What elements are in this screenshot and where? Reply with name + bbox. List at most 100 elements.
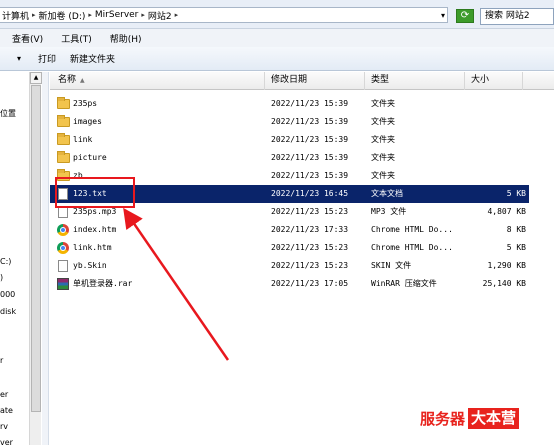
print-button[interactable]: 打印 bbox=[38, 52, 56, 65]
file-size: 1,290 KB bbox=[487, 261, 526, 270]
file-type: WinRAR 压缩文件 bbox=[371, 279, 437, 288]
folder-icon bbox=[57, 97, 70, 110]
file-row[interactable]: 单机登录器.rar 2022/11/23 17:05 WinRAR 压缩文件 25,1… bbox=[50, 275, 529, 293]
breadcrumb-drive-d[interactable]: 新加卷 (D:) bbox=[39, 9, 86, 22]
file-row[interactable]: picture 2022/11/23 15:39 文件夹 bbox=[50, 149, 529, 167]
nav-item[interactable]: 位置 bbox=[0, 108, 16, 119]
file-type: 文件夹 bbox=[371, 153, 395, 162]
file-type: 文本文档 bbox=[371, 189, 403, 198]
file-name: link.htm bbox=[73, 243, 112, 252]
address-bar: 计算机 ▸ 新加卷 (D:) ▸ MirServer ▸ 网站2 ▸ ▾ ⟳ 搜… bbox=[0, 0, 554, 29]
file-name: picture bbox=[73, 153, 107, 162]
file-size: 4,807 KB bbox=[487, 207, 526, 216]
file-type: Chrome HTML Do... bbox=[371, 243, 453, 252]
search-input[interactable]: 搜索 网站2 bbox=[480, 8, 554, 25]
file-date: 2022/11/23 15:39 bbox=[271, 153, 349, 162]
file-size: 5 KB bbox=[506, 189, 526, 198]
folder-icon bbox=[57, 115, 70, 128]
winrar-icon bbox=[57, 278, 69, 290]
file-type: SKIN 文件 bbox=[371, 261, 412, 270]
file-name: index.htm bbox=[73, 225, 117, 234]
annotation-highlight-box bbox=[55, 177, 135, 208]
nav-item[interactable]: ate bbox=[0, 406, 13, 415]
nav-item[interactable]: C:) bbox=[0, 257, 11, 266]
sort-ascending-icon: ▲ bbox=[80, 77, 85, 84]
navigation-pane: 位置 C:) ) 000 disk r er ate rv ver bbox=[0, 72, 29, 445]
nav-item[interactable]: 000 bbox=[0, 290, 15, 299]
column-name-label: 名称 bbox=[58, 75, 77, 85]
file-row[interactable]: yb.Skin 2022/11/23 15:23 SKIN 文件 1,290 KB bbox=[50, 257, 529, 275]
nav-item[interactable]: ver bbox=[0, 438, 13, 445]
organize-dropdown-icon[interactable]: ▾ bbox=[17, 54, 21, 63]
new-folder-button[interactable]: 新建文件夹 bbox=[70, 52, 115, 65]
nav-scrollbar[interactable]: ▲ bbox=[29, 72, 42, 445]
file-row[interactable]: images 2022/11/23 15:39 文件夹 bbox=[50, 113, 529, 131]
breadcrumb-mirserver[interactable]: MirServer bbox=[95, 10, 138, 20]
file-size: 8 KB bbox=[506, 225, 526, 234]
nav-item[interactable]: r bbox=[0, 356, 3, 365]
watermark: 服务器 大本营 bbox=[420, 408, 520, 429]
file-type: 文件夹 bbox=[371, 171, 395, 180]
file-name: yb.Skin bbox=[73, 261, 107, 270]
breadcrumb-site2[interactable]: 网站2 bbox=[148, 9, 172, 22]
menu-help[interactable]: 帮助(H) bbox=[110, 32, 142, 45]
chrome-icon bbox=[57, 224, 69, 236]
file-row[interactable]: index.htm 2022/11/23 17:33 Chrome HTML Do.… bbox=[50, 221, 529, 239]
watermark-text-a: 服务器 bbox=[420, 410, 466, 428]
scroll-thumb[interactable] bbox=[31, 85, 41, 412]
file-name: 单机登录器.rar bbox=[73, 279, 133, 288]
nav-item[interactable]: er bbox=[0, 390, 8, 399]
refresh-button[interactable]: ⟳ bbox=[456, 9, 474, 23]
nav-item[interactable]: disk bbox=[0, 307, 16, 316]
file-date: 2022/11/23 17:33 bbox=[271, 225, 349, 234]
file-type: Chrome HTML Do... bbox=[371, 225, 453, 234]
file-size: 5 KB bbox=[506, 243, 526, 252]
column-size[interactable]: 大小 bbox=[465, 72, 523, 90]
file-row[interactable]: link.htm 2022/11/23 15:23 Chrome HTML Do..… bbox=[50, 239, 529, 257]
chrome-icon bbox=[57, 242, 69, 254]
file-row[interactable]: 235ps 2022/11/23 15:39 文件夹 bbox=[50, 95, 529, 113]
nav-item[interactable]: rv bbox=[0, 422, 8, 431]
menu-view[interactable]: 查看(V) bbox=[12, 32, 43, 45]
menu-bar: 查看(V) 工具(T) 帮助(H) bbox=[0, 29, 554, 47]
chevron-right-icon[interactable]: ▸ bbox=[88, 11, 92, 19]
file-row[interactable]: link 2022/11/23 15:39 文件夹 bbox=[50, 131, 529, 149]
scroll-up-icon[interactable]: ▲ bbox=[30, 72, 42, 84]
file-date: 2022/11/23 15:39 bbox=[271, 99, 349, 108]
file-date: 2022/11/23 15:39 bbox=[271, 135, 349, 144]
file-date: 2022/11/23 15:39 bbox=[271, 171, 349, 180]
column-date[interactable]: 修改日期 bbox=[265, 72, 365, 90]
file-type: 文件夹 bbox=[371, 99, 395, 108]
skin-file-icon bbox=[57, 260, 69, 272]
chevron-right-icon[interactable]: ▸ bbox=[32, 11, 36, 19]
file-name: images bbox=[73, 117, 102, 126]
file-date: 2022/11/23 15:39 bbox=[271, 117, 349, 126]
address-dropdown-icon[interactable]: ▾ bbox=[441, 11, 445, 20]
file-name: 235ps bbox=[73, 99, 98, 108]
pane-splitter[interactable] bbox=[42, 72, 49, 445]
file-type: 文件夹 bbox=[371, 135, 395, 144]
column-type[interactable]: 类型 bbox=[365, 72, 465, 90]
folder-icon bbox=[57, 151, 70, 164]
folder-icon bbox=[57, 133, 70, 146]
refresh-icon: ⟳ bbox=[460, 10, 470, 21]
file-type: MP3 文件 bbox=[371, 207, 407, 216]
breadcrumb[interactable]: 计算机 ▸ 新加卷 (D:) ▸ MirServer ▸ 网站2 ▸ bbox=[0, 7, 448, 23]
file-date: 2022/11/23 15:23 bbox=[271, 243, 349, 252]
file-date: 2022/11/23 17:05 bbox=[271, 279, 349, 288]
breadcrumb-computer[interactable]: 计算机 bbox=[2, 9, 29, 22]
chevron-right-icon[interactable]: ▸ bbox=[141, 11, 145, 19]
command-bar: ▾ 打印 新建文件夹 bbox=[0, 47, 554, 71]
column-name[interactable]: 名称 ▲ bbox=[50, 72, 265, 90]
column-header: 名称 ▲ 修改日期 类型 大小 bbox=[50, 72, 554, 90]
file-date: 2022/11/23 15:23 bbox=[271, 207, 349, 216]
file-date: 2022/11/23 15:23 bbox=[271, 261, 349, 270]
nav-item[interactable]: ) bbox=[0, 273, 3, 282]
file-date: 2022/11/23 16:45 bbox=[271, 189, 349, 198]
chevron-right-icon[interactable]: ▸ bbox=[175, 11, 179, 19]
watermark-text-b: 大本营 bbox=[468, 408, 520, 429]
file-name: link bbox=[73, 135, 93, 144]
file-size: 25,140 KB bbox=[482, 279, 526, 288]
menu-tools[interactable]: 工具(T) bbox=[61, 32, 92, 45]
file-type: 文件夹 bbox=[371, 117, 395, 126]
